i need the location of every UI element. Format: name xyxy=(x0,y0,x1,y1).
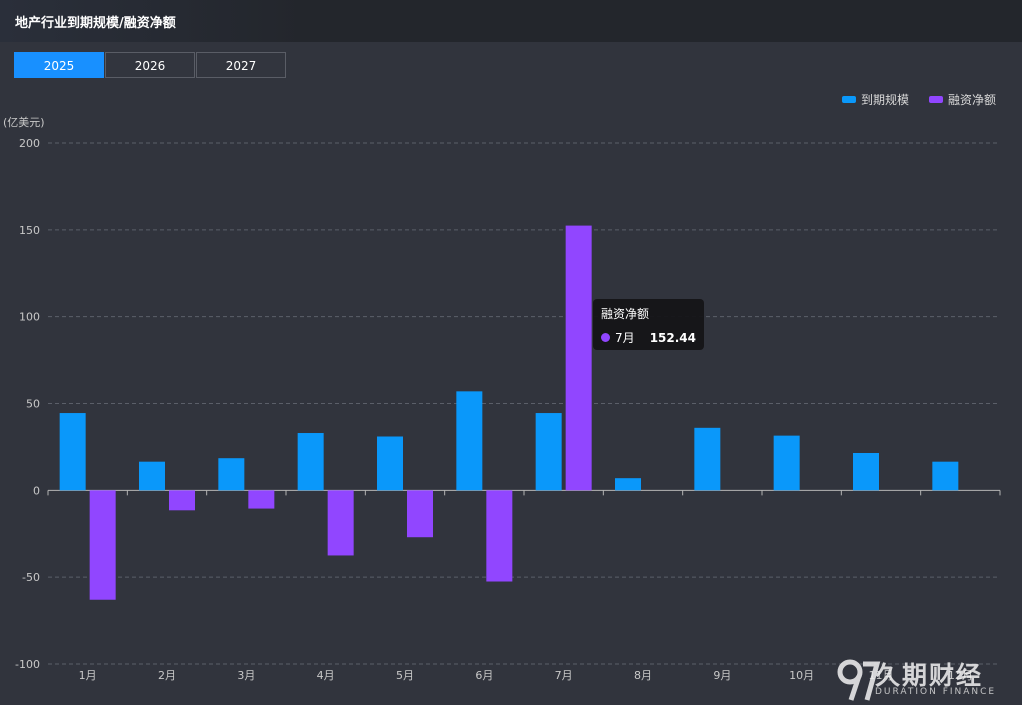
x-tick-label: 10月 xyxy=(789,669,814,682)
y-tick-label: 150 xyxy=(19,224,40,237)
y-tick-label: 0 xyxy=(33,484,40,497)
x-tick-label: 5月 xyxy=(396,669,414,682)
y-axis-label: (亿美元) xyxy=(3,116,45,129)
x-tick-label: 3月 xyxy=(237,669,255,682)
bar-maturity xyxy=(297,433,324,491)
tooltip-dot-icon xyxy=(601,333,610,342)
x-tick-label: 6月 xyxy=(475,669,493,682)
chart-tooltip: 融资净额 7月 152.44 xyxy=(593,299,704,350)
x-tick-label: 2月 xyxy=(158,669,176,682)
bar-net-financing xyxy=(169,490,195,511)
watermark: 久期财经 DURATION FINANCE xyxy=(833,656,1018,702)
watermark-en-text: DURATION FINANCE xyxy=(875,687,997,697)
tooltip-value: 152.44 xyxy=(649,330,696,345)
tooltip-row: 7月 152.44 xyxy=(601,329,696,346)
bar-net-financing xyxy=(565,225,592,491)
x-tick-label: 9月 xyxy=(713,669,731,682)
x-tick-label: 4月 xyxy=(317,669,335,682)
bar-net-financing xyxy=(248,490,275,509)
y-tick-label: -100 xyxy=(15,658,40,671)
y-tick-label: 100 xyxy=(19,311,40,324)
bar-net-financing xyxy=(486,490,513,582)
x-tick-label: 8月 xyxy=(634,669,652,682)
tooltip-title: 融资净额 xyxy=(601,307,650,321)
bar-net-financing xyxy=(407,490,433,538)
bar-maturity xyxy=(456,391,483,491)
bar-maturity xyxy=(218,458,245,491)
bar-maturity xyxy=(932,461,959,491)
y-tick-label: 200 xyxy=(19,137,40,150)
bar-maturity xyxy=(773,435,800,491)
x-tick-label: 7月 xyxy=(555,669,573,682)
bar-net-financing xyxy=(327,490,354,556)
bar-maturity xyxy=(615,478,641,491)
bar-net-financing xyxy=(89,490,116,600)
bar-maturity xyxy=(59,413,86,491)
bar-maturity xyxy=(139,461,165,491)
tooltip-category: 7月 xyxy=(615,331,635,345)
bar-maturity xyxy=(535,413,562,491)
x-tick-label: 1月 xyxy=(79,669,97,682)
bar-maturity xyxy=(377,436,403,491)
y-tick-label: 50 xyxy=(26,398,40,411)
bar-maturity xyxy=(694,427,721,491)
bar-maturity xyxy=(853,452,879,491)
y-tick-label: -50 xyxy=(22,571,40,584)
bar-chart: 200 150 100 50 0 -50 -100 (亿美元) 1月 2月 3月 4月 5月 6月 7月 8月… xyxy=(3,116,1001,682)
